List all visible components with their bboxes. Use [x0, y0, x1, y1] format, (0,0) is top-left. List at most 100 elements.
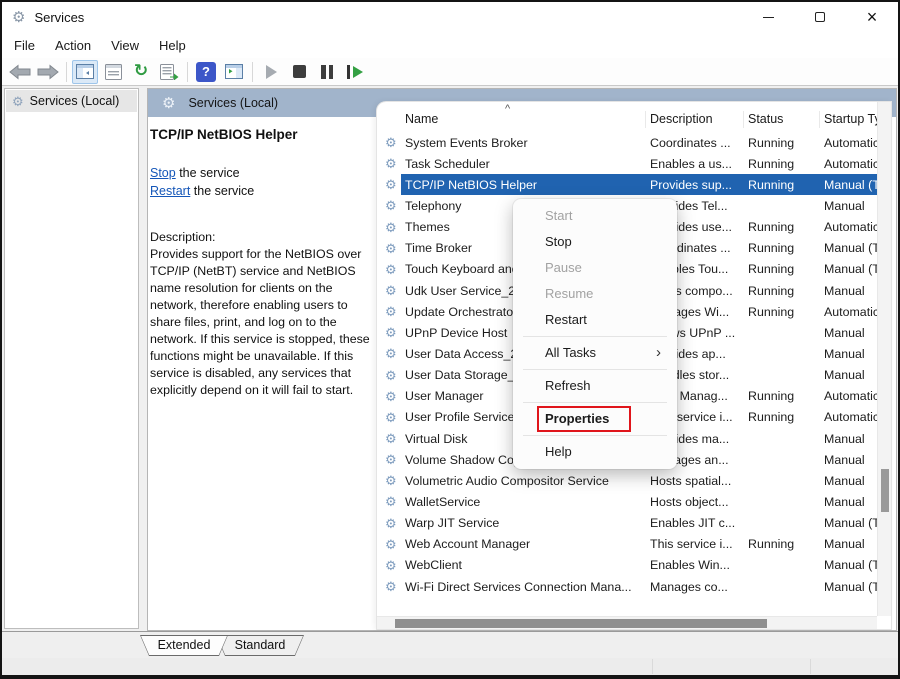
column-header-status[interactable]: Status: [748, 112, 783, 126]
context-menu-item-help[interactable]: Help: [513, 439, 677, 465]
menu-help[interactable]: Help: [159, 38, 186, 53]
stop-service-button[interactable]: [286, 60, 312, 84]
service-description-cell: Hosts object...: [650, 495, 748, 509]
help-button[interactable]: ?: [193, 60, 219, 84]
service-startup-type: Automatic: [824, 220, 877, 234]
service-row[interactable]: ⚙Task SchedulerEnables a us...RunningAut…: [377, 153, 877, 174]
service-startup-type: Manual (Trigger Start): [824, 580, 877, 594]
restart-service-line: Restart the service: [150, 183, 374, 201]
properties-button[interactable]: [100, 60, 126, 84]
tab-extended[interactable]: Extended: [140, 635, 228, 656]
service-row[interactable]: ⚙Wi-Fi Direct Services Connection Mana..…: [377, 576, 877, 597]
service-startup-type: Manual (Trigger Start): [824, 178, 877, 192]
service-row[interactable]: ⚙WebClientEnables Win...Manual (Trigger …: [377, 555, 877, 576]
service-gear-icon: ⚙: [377, 347, 405, 360]
service-row[interactable]: ⚙TCP/IP NetBIOS HelperProvides sup...Run…: [377, 174, 877, 195]
tab-standard[interactable]: Standard: [216, 635, 304, 656]
service-gear-icon: ⚙: [377, 326, 405, 339]
description-text: Provides support for the NetBIOS over TC…: [150, 246, 374, 399]
forward-button[interactable]: [35, 60, 61, 84]
column-header-name[interactable]: Name: [405, 112, 438, 126]
service-name: TCP/IP NetBIOS Helper: [405, 178, 650, 192]
tree-item-services-local[interactable]: ⚙ Services (Local): [6, 90, 137, 112]
show-console-tree-button[interactable]: [72, 60, 98, 84]
restart-service-button[interactable]: [342, 60, 368, 84]
service-row[interactable]: ⚙Web Account ManagerThis service i...Run…: [377, 534, 877, 555]
menu-file[interactable]: File: [14, 38, 35, 53]
close-button[interactable]: ×: [846, 2, 898, 32]
service-name: WebClient: [405, 558, 650, 572]
context-menu-item-refresh[interactable]: Refresh: [513, 373, 677, 399]
service-row[interactable]: ⚙System Events BrokerCoordinates ...Runn…: [377, 132, 877, 153]
service-gear-icon: ⚙: [377, 199, 405, 212]
toolbar: ↻ ?: [2, 58, 898, 86]
service-name: Warp JIT Service: [405, 516, 650, 530]
start-service-button[interactable]: [258, 60, 284, 84]
service-startup-type: Manual (Trigger Start): [824, 262, 877, 276]
service-row[interactable]: ⚙WalletServiceHosts object...Manual: [377, 491, 877, 512]
show-action-pane-button[interactable]: [221, 60, 247, 84]
horizontal-scrollbar-thumb[interactable]: [395, 619, 767, 628]
service-description-cell: Enables JIT c...: [650, 516, 748, 530]
sort-ascending-icon: ^: [505, 103, 510, 115]
selected-service-title: TCP/IP NetBIOS Helper: [150, 127, 374, 142]
refresh-button[interactable]: ↻: [128, 60, 154, 84]
list-column-headers: ^ Name Description Status Startup Ty: [377, 102, 891, 132]
service-status: Running: [748, 157, 824, 171]
vertical-scrollbar[interactable]: [877, 102, 891, 616]
context-menu-separator: [523, 435, 667, 436]
restart-service-suffix: the service: [190, 184, 254, 198]
context-menu-item-restart[interactable]: Restart: [513, 307, 677, 333]
column-header-description[interactable]: Description: [650, 112, 713, 126]
context-menu-item-all-tasks[interactable]: All Tasks›: [513, 340, 677, 366]
service-startup-type: Automatic: [824, 410, 877, 424]
context-menu-item-stop[interactable]: Stop: [513, 229, 677, 255]
context-menu-item-pause: Pause: [513, 255, 677, 281]
service-startup-type: Automatic: [824, 157, 877, 171]
menu-view[interactable]: View: [111, 38, 139, 53]
service-gear-icon: ⚙: [377, 157, 405, 170]
stop-service-suffix: the service: [176, 166, 240, 180]
tab-label: Extended: [140, 638, 228, 652]
status-bar-divider: [652, 659, 653, 674]
stop-service-link[interactable]: Stop: [150, 166, 176, 180]
service-status: Running: [748, 389, 824, 403]
title-bar: ⚙ Services ×: [2, 2, 898, 32]
column-divider[interactable]: [743, 111, 744, 128]
pane-header-gear-icon: ⚙: [162, 96, 175, 111]
service-startup-type: Manual: [824, 537, 877, 551]
service-name: Task Scheduler: [405, 157, 650, 171]
service-row[interactable]: ⚙Volumetric Audio Compositor ServiceHost…: [377, 470, 877, 491]
back-button[interactable]: [7, 60, 33, 84]
export-list-button[interactable]: [156, 60, 182, 84]
service-row[interactable]: ⚙Warp JIT ServiceEnables JIT c...Manual …: [377, 513, 877, 534]
maximize-button[interactable]: [794, 2, 846, 32]
pause-service-button[interactable]: [314, 60, 340, 84]
minimize-button[interactable]: [742, 2, 794, 32]
context-menu-item-properties[interactable]: Properties: [513, 406, 677, 432]
service-description-cell: Enables a us...: [650, 157, 748, 171]
service-startup-type: Automatic: [824, 305, 877, 319]
column-header-startup-type[interactable]: Startup Ty: [824, 112, 881, 126]
service-startup-type: Manual (Trigger Start): [824, 241, 877, 255]
properties-icon: [105, 64, 122, 80]
column-divider[interactable]: [819, 111, 820, 128]
service-description-cell: Manages co...: [650, 580, 748, 594]
context-menu-item-start: Start: [513, 203, 677, 229]
menu-action[interactable]: Action: [55, 38, 91, 53]
service-status: Running: [748, 136, 824, 150]
service-name: System Events Broker: [405, 136, 650, 150]
console-tree-panel: ⚙ Services (Local): [4, 88, 139, 629]
window-title: Services: [34, 10, 84, 25]
service-description-cell: Hosts spatial...: [650, 474, 748, 488]
service-startup-type: Automatic: [824, 136, 877, 150]
restart-service-link[interactable]: Restart: [150, 184, 190, 198]
main-area: ⚙ Services (Local) ⚙ Services (Local) TC…: [2, 86, 898, 631]
tree-item-label: Services (Local): [30, 94, 120, 108]
horizontal-scrollbar[interactable]: [377, 616, 877, 629]
context-menu-separator: [523, 336, 667, 337]
service-status: Running: [748, 178, 824, 192]
column-divider[interactable]: [645, 111, 646, 128]
vertical-scrollbar-thumb[interactable]: [881, 469, 889, 512]
context-menu-separator: [523, 402, 667, 403]
